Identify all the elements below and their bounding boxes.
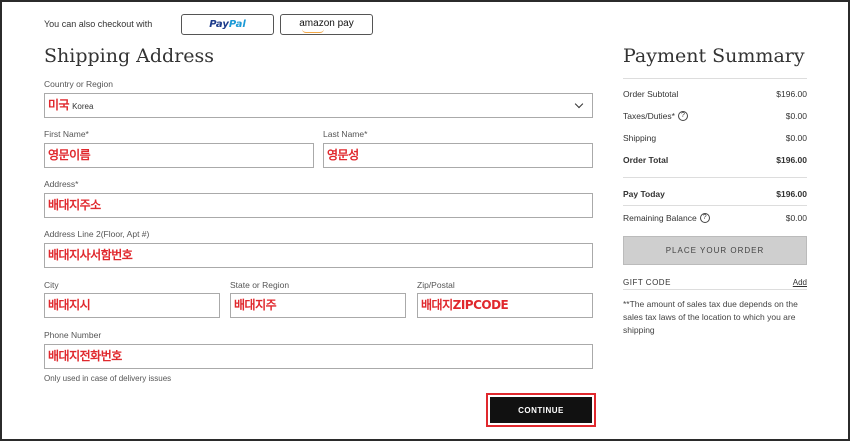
taxes-label: Taxes/Duties* bbox=[623, 110, 675, 121]
order-subtotal-value: $196.00 bbox=[776, 89, 807, 99]
shipping-address-title: Shipping Address bbox=[44, 45, 215, 67]
paypal-button[interactable]: PayPal bbox=[181, 13, 274, 35]
shipping-value: $0.00 bbox=[785, 133, 807, 143]
pay-today-row: Pay Today $196.00 bbox=[623, 187, 807, 201]
amazon-pay-button[interactable]: amazon pay bbox=[280, 13, 373, 35]
gift-code-row: GIFT CODE Add bbox=[623, 278, 807, 287]
order-total-row: Order Total $196.00 bbox=[623, 153, 807, 167]
zip-field[interactable]: 배대지ZIPCODE bbox=[417, 293, 593, 318]
phone-label: Phone Number bbox=[44, 330, 102, 340]
shipping-row: Shipping $0.00 bbox=[623, 131, 807, 145]
order-total-label: Order Total bbox=[623, 155, 669, 165]
state-label: State or Region bbox=[230, 280, 290, 290]
gift-code-add-link[interactable]: Add bbox=[793, 278, 807, 287]
amazon-pay-logo: amazon pay bbox=[299, 19, 354, 33]
express-checkout-label: You can also checkout with bbox=[44, 19, 153, 29]
remaining-balance-row: Remaining Balance? $0.00 bbox=[623, 211, 807, 225]
country-value: 미국 Korea bbox=[48, 98, 94, 112]
info-icon[interactable]: ? bbox=[677, 111, 688, 122]
divider bbox=[623, 177, 807, 178]
last-name-label: Last Name* bbox=[323, 129, 368, 139]
pay-today-label: Pay Today bbox=[623, 189, 665, 199]
address-label: Address* bbox=[44, 179, 79, 189]
last-name-field[interactable]: 영문성 bbox=[323, 143, 593, 168]
place-order-button[interactable]: PLACE YOUR ORDER bbox=[623, 236, 807, 265]
chevron-down-icon bbox=[574, 99, 584, 109]
order-subtotal-label: Order Subtotal bbox=[623, 89, 679, 99]
divider bbox=[623, 289, 807, 290]
gift-code-label: GIFT CODE bbox=[623, 278, 671, 287]
zip-value: 배대지ZIPCODE bbox=[421, 298, 509, 312]
paypal-logo: PayPal bbox=[209, 18, 246, 30]
remaining-balance-value: $0.00 bbox=[785, 213, 807, 223]
taxes-row: Taxes/Duties*? $0.00 bbox=[623, 109, 807, 123]
phone-value: 배대지전화번호 bbox=[48, 349, 122, 363]
remaining-balance-label: Remaining Balance bbox=[623, 212, 697, 223]
phone-note: Only used in case of delivery issues bbox=[44, 374, 172, 383]
address-field[interactable]: 배대지주소 bbox=[44, 193, 593, 218]
divider bbox=[623, 78, 807, 79]
taxes-value: $0.00 bbox=[785, 111, 807, 121]
sales-tax-note: **The amount of sales tax due depends on… bbox=[623, 299, 798, 335]
address-value: 배대지주소 bbox=[48, 198, 101, 212]
pay-today-value: $196.00 bbox=[776, 189, 807, 199]
address2-label: Address Line 2(Floor, Apt #) bbox=[44, 229, 150, 239]
address2-field[interactable]: 배대지사서함번호 bbox=[44, 243, 593, 268]
phone-field[interactable]: 배대지전화번호 bbox=[44, 344, 593, 369]
country-select[interactable]: 미국 Korea bbox=[44, 93, 593, 118]
city-value: 배대지시 bbox=[48, 298, 91, 312]
first-name-field[interactable]: 영문이름 bbox=[44, 143, 314, 168]
order-subtotal-row: Order Subtotal $196.00 bbox=[623, 87, 807, 101]
shipping-label: Shipping bbox=[623, 133, 657, 143]
country-label: Country or Region bbox=[44, 79, 113, 89]
payment-summary-title: Payment Summary bbox=[623, 45, 805, 67]
city-label: City bbox=[44, 280, 59, 290]
info-icon[interactable]: ? bbox=[699, 213, 710, 224]
amazon-smile-icon bbox=[302, 29, 325, 33]
zip-label: Zip/Postal bbox=[417, 280, 455, 290]
continue-button[interactable]: CONTINUE bbox=[490, 397, 592, 423]
first-name-label: First Name* bbox=[44, 129, 89, 139]
address2-value: 배대지사서함번호 bbox=[48, 248, 133, 262]
continue-highlight: CONTINUE bbox=[486, 393, 596, 427]
state-field[interactable]: 배대지주 bbox=[230, 293, 406, 318]
order-total-value: $196.00 bbox=[776, 155, 807, 165]
city-field[interactable]: 배대지시 bbox=[44, 293, 220, 318]
express-checkout: You can also checkout with PayPal amazon… bbox=[44, 13, 379, 35]
divider bbox=[623, 205, 807, 206]
last-name-value: 영문성 bbox=[327, 148, 359, 162]
first-name-value: 영문이름 bbox=[48, 148, 91, 162]
state-value: 배대지주 bbox=[234, 298, 277, 312]
